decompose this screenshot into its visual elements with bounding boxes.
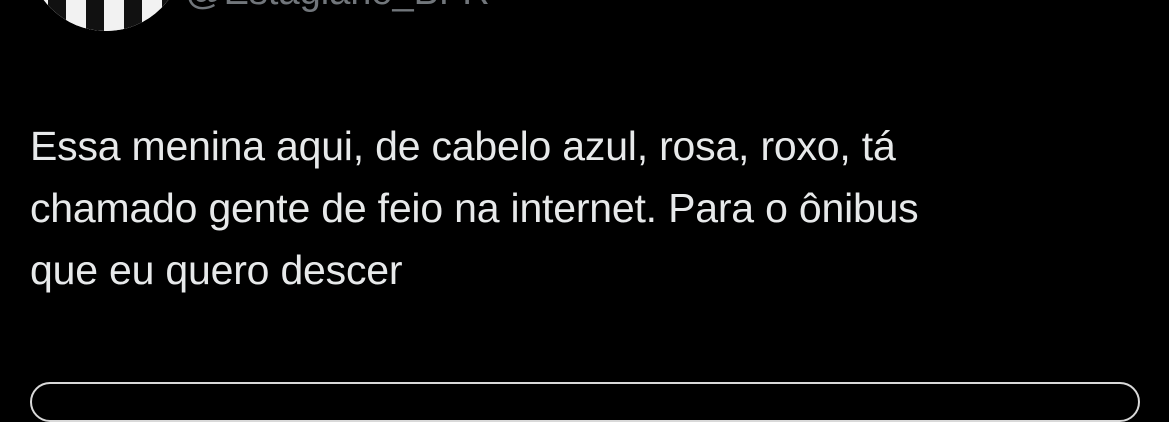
tweet: @Estagiario_BFR Essa menina aqui, de cab…: [0, 0, 1169, 422]
user-handle[interactable]: @Estagiario_BFR: [185, 0, 490, 14]
media-card[interactable]: [30, 382, 1140, 422]
avatar-image: [28, 0, 184, 31]
tweet-text: Essa menina aqui, de cabelo azul, rosa, …: [30, 123, 919, 293]
avatar[interactable]: [28, 0, 184, 31]
